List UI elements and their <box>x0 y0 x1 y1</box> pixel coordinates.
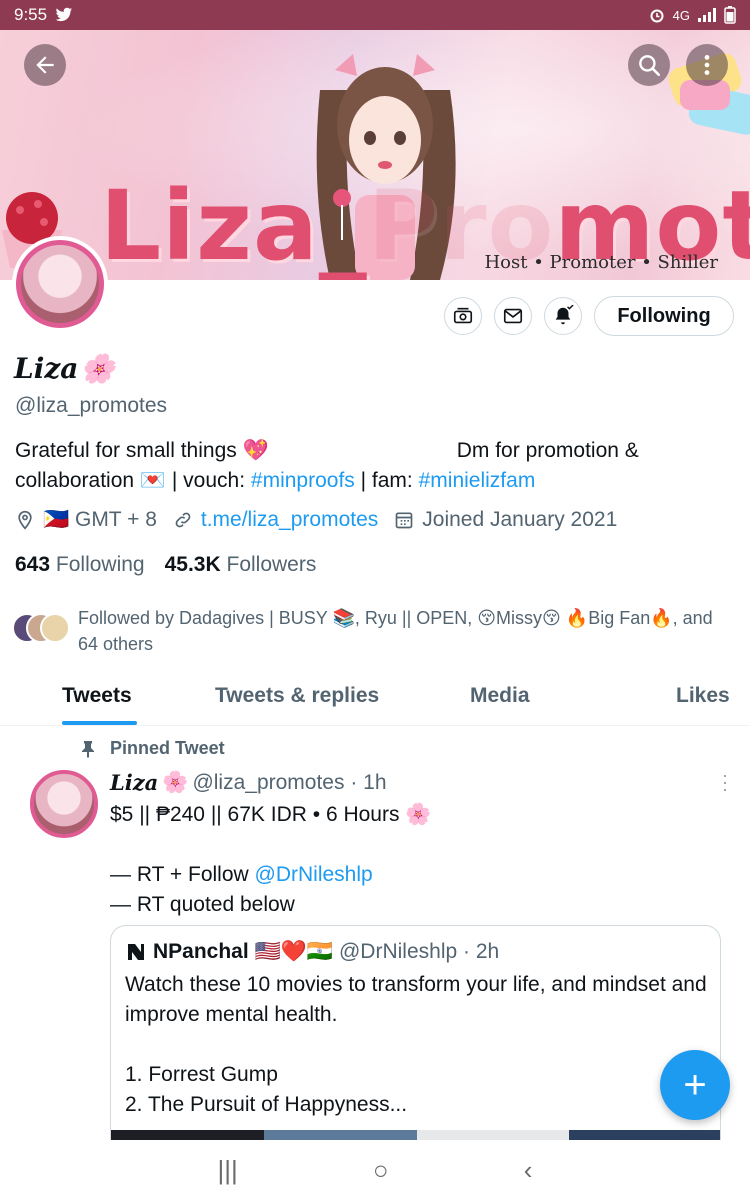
follower-avatar <box>40 613 70 643</box>
tweet-line3: — RT quoted below <box>110 893 295 916</box>
display-name-text: Liza <box>14 352 79 385</box>
following-label: Following <box>55 553 145 576</box>
display-name-emoji: 🌸 <box>80 352 116 385</box>
back-button[interactable] <box>24 44 66 86</box>
alarm-icon <box>650 9 664 23</box>
tweet-line2-prefix: — RT + Follow <box>110 863 255 886</box>
tab-tweets[interactable]: Tweets <box>62 684 132 708</box>
follower-avatars <box>12 613 70 643</box>
bio-part1: Grateful for small things 💖 <box>15 439 269 462</box>
network-type: 4G <box>672 7 690 23</box>
followed-by[interactable]: Followed by Dadagives | BUSY 📚, Ryu || O… <box>12 605 732 657</box>
back-arrow-icon <box>36 56 54 74</box>
pinned-label: Pinned Tweet <box>80 738 225 759</box>
profile-location: 🇵🇭 GMT + 8 <box>43 508 157 531</box>
tweet-header: Liza 🌸 @liza_promotes · 1h <box>110 770 387 795</box>
following-button[interactable]: Following <box>594 296 734 336</box>
signal-icon <box>698 8 716 22</box>
profile-avatar[interactable] <box>12 236 108 332</box>
tab-likes[interactable]: Likes <box>676 684 730 708</box>
quoted-tweet[interactable]: NPanchal 🇺🇸❤️🇮🇳 @DrNileshlp · 2h Watch t… <box>110 925 721 1155</box>
status-time: 9:55 <box>14 5 48 24</box>
quoted-author-name: NPanchal 🇺🇸❤️🇮🇳 <box>153 940 333 963</box>
quoted-tweet-text: Watch these 10 movies to transform your … <box>125 973 707 1116</box>
quoted-tweet-header: NPanchal 🇺🇸❤️🇮🇳 @DrNileshlp · 2h <box>125 940 499 964</box>
tab-media[interactable]: Media <box>470 684 530 708</box>
pin-icon <box>82 740 94 758</box>
tweet-author-name[interactable]: Liza <box>110 770 158 795</box>
calendar-icon <box>395 512 413 529</box>
notifications-button[interactable] <box>544 297 582 335</box>
profile-banner[interactable]: Liza_Promotes Host • Promoter • Shiller <box>0 30 750 280</box>
envelope-icon <box>503 308 523 324</box>
followed-by-text: Followed by Dadagives | BUSY 📚, Ryu || O… <box>78 608 713 654</box>
profile-tabs: Tweets Tweets & replies Media Likes <box>0 672 750 726</box>
search-button[interactable] <box>628 44 670 86</box>
profile-website-link[interactable]: t.me/liza_promotes <box>201 508 378 532</box>
banner-tagline: Host • Promoter • Shiller <box>484 252 718 273</box>
followers-count-link[interactable]: 45.3K Followers <box>165 553 317 577</box>
bell-check-icon <box>555 305 574 325</box>
more-vertical-icon <box>704 55 710 75</box>
back-nav-button[interactable]: ‹ <box>524 1155 533 1186</box>
link-icon <box>175 512 191 528</box>
money-icon <box>453 307 473 324</box>
home-button[interactable]: ○ <box>373 1155 389 1186</box>
profile-handle: @liza_promotes <box>15 394 168 417</box>
tweet-author-emoji: 🌸 <box>162 770 189 794</box>
tweet-more-button[interactable]: · · · <box>716 766 734 798</box>
following-count: 643 <box>15 553 51 576</box>
quoted-handle-time: @DrNileshlp · 2h <box>338 940 500 963</box>
tweet-mention-link[interactable]: @DrNileshlp <box>255 863 373 886</box>
followers-count: 45.3K <box>164 553 221 576</box>
recents-button[interactable]: ||| <box>218 1155 238 1186</box>
tweet-avatar[interactable] <box>30 770 98 838</box>
tip-jar-button[interactable] <box>444 297 482 335</box>
hashtag-minproofs[interactable]: #minproofs <box>251 469 355 492</box>
follow-counts: 643 Following 45.3K Followers <box>15 553 316 577</box>
status-bar: 9:55 4G <box>0 0 750 30</box>
profile-meta: 🇵🇭 GMT + 8 t.me/liza_promotes Joined Jan… <box>15 508 617 532</box>
profile-bio: Grateful for small things 💖 Dm for promot… <box>15 436 735 496</box>
tweet-handle-time: @liza_promotes · 1h <box>192 770 387 794</box>
compose-tweet-button[interactable]: + <box>660 1050 730 1120</box>
active-tab-indicator <box>62 721 137 725</box>
profile-joined-date: Joined January 2021 <box>422 508 618 531</box>
bio-part3: | fam: <box>354 469 419 492</box>
tweet-line1: $5 || ₱240 || 67K IDR • 6 Hours 🌸 <box>110 803 432 826</box>
display-name: Liza 🌸 <box>14 352 115 385</box>
twitter-bird-icon <box>55 7 73 22</box>
followers-label: Followers <box>226 553 317 576</box>
system-nav-bar: ||| ○ ‹ <box>0 1140 750 1200</box>
quoted-author-avatar-icon <box>128 944 144 960</box>
tab-tweets-replies[interactable]: Tweets & replies <box>215 684 379 708</box>
avatar-image <box>16 240 104 328</box>
more-options-button[interactable] <box>686 44 728 86</box>
location-pin-icon <box>18 510 32 530</box>
battery-icon <box>724 6 736 24</box>
tweet-body: $5 || ₱240 || 67K IDR • 6 Hours 🌸 — RT +… <box>110 800 730 920</box>
pinned-text: Pinned Tweet <box>110 738 225 758</box>
message-button[interactable] <box>494 297 532 335</box>
search-icon <box>639 55 661 77</box>
hashtag-minielizfam[interactable]: #minielizfam <box>419 469 536 492</box>
following-count-link[interactable]: 643 Following <box>15 553 145 577</box>
